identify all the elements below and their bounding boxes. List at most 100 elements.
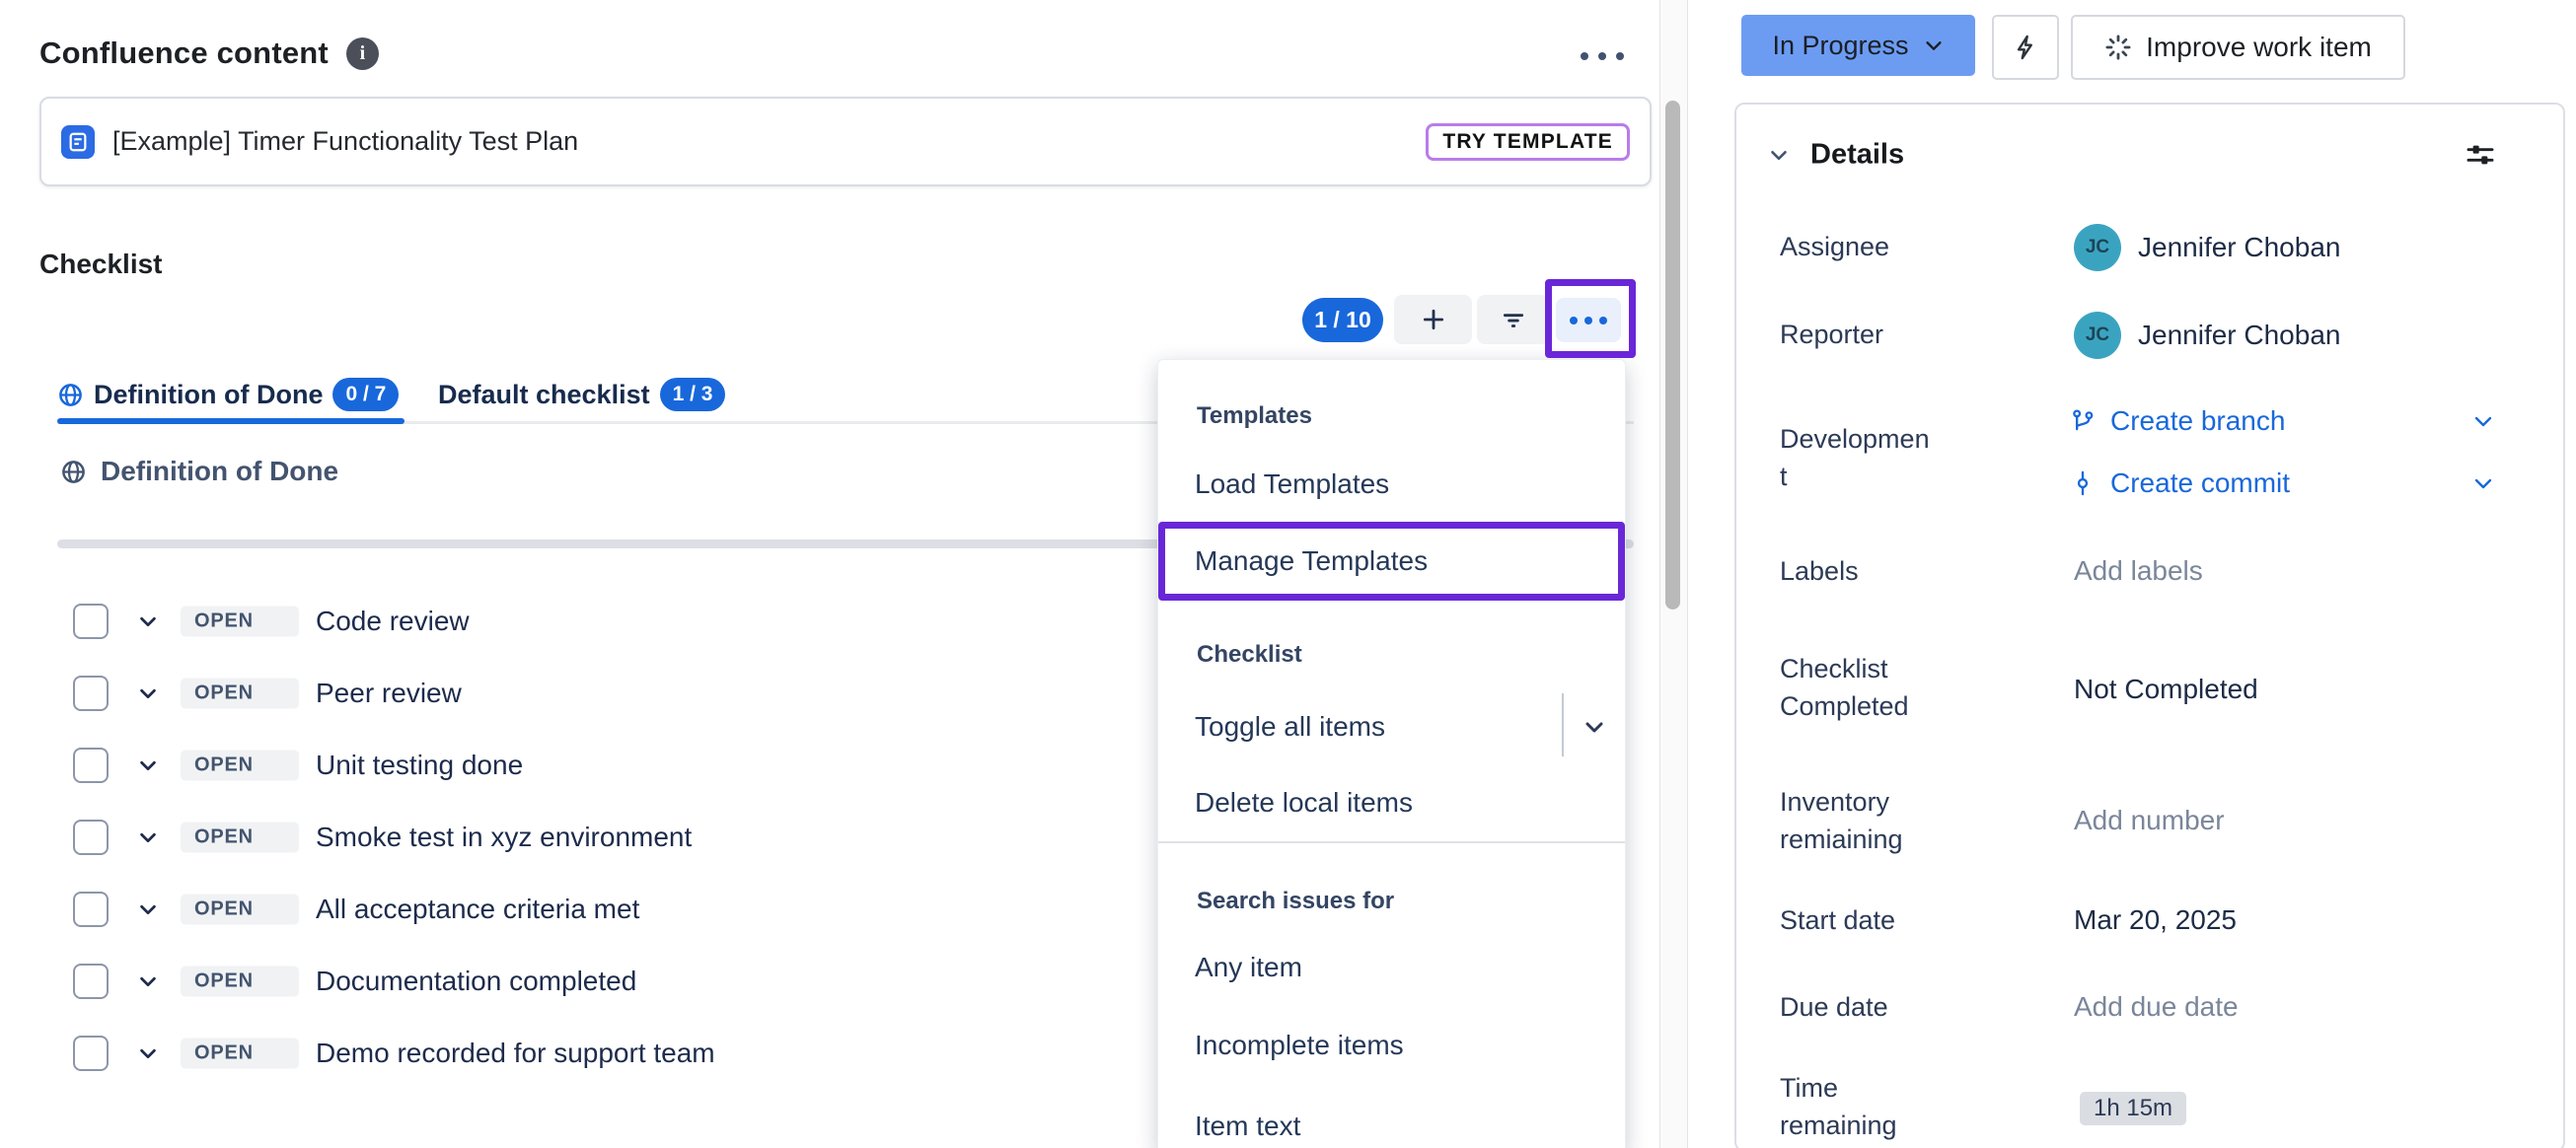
info-icon[interactable]: i [346, 37, 379, 70]
checklist-options-menu: Templates Load Templates Manage Template… [1157, 359, 1626, 1148]
create-commit-link[interactable]: Create commit [2069, 467, 2290, 499]
details-panel: Details Assignee JC Jennifer Choban Repo… [1734, 103, 2565, 1148]
field-label-due-date: Due date [1780, 988, 1933, 1026]
menu-item-incomplete-items[interactable]: Incomplete items [1195, 1030, 1404, 1061]
field-value-reporter[interactable]: Jennifer Choban [2138, 320, 2340, 351]
confluence-more-options-button[interactable] [1581, 52, 1624, 60]
confluence-page-icon [61, 125, 95, 159]
field-label-start-date: Start date [1780, 901, 1933, 939]
item-status-badge[interactable]: OPEN [181, 823, 299, 853]
field-label-labels: Labels [1780, 552, 1933, 590]
menu-item-delete-local-items[interactable]: Delete local items [1195, 787, 1413, 819]
add-item-button[interactable] [1394, 295, 1472, 344]
field-value-assignee[interactable]: Jennifer Choban [2138, 232, 2340, 263]
menu-section-templates: Templates [1197, 402, 1312, 430]
status-dropdown-button[interactable]: In Progress [1741, 15, 1975, 76]
field-value-due-date[interactable]: Add due date [2074, 991, 2239, 1023]
confluence-content-title: Confluence content [39, 36, 329, 71]
menu-item-load-templates[interactable]: Load Templates [1195, 468, 1389, 500]
item-status-badge[interactable]: OPEN [181, 1039, 299, 1069]
item-text[interactable]: Documentation completed [316, 966, 636, 997]
checklist-section-title: Checklist [39, 249, 163, 280]
confluence-page-link[interactable]: [Example] Timer Functionality Test Plan [112, 126, 578, 157]
item-checkbox[interactable] [73, 820, 109, 855]
create-branch-link[interactable]: Create branch [2069, 405, 2285, 437]
status-label: In Progress [1772, 31, 1908, 61]
avatar[interactable]: JC [2074, 224, 2121, 271]
confluence-page-card[interactable]: [Example] Timer Functionality Test Plan … [39, 97, 1652, 186]
scrollbar-thumb[interactable] [1665, 101, 1680, 610]
chevron-down-icon[interactable] [2471, 409, 2495, 433]
chevron-down-icon[interactable] [1582, 715, 1606, 739]
try-template-badge[interactable]: TRY TEMPLATE [1426, 123, 1630, 161]
checklist-row: OPEN Documentation completed [57, 956, 1142, 1007]
item-text[interactable]: Smoke test in xyz environment [316, 822, 692, 853]
field-value-inventory-remaining[interactable]: Add number [2074, 805, 2225, 836]
menu-item-any-item[interactable]: Any item [1195, 952, 1302, 983]
item-status-badge[interactable]: OPEN [181, 751, 299, 781]
item-text[interactable]: Demo recorded for support team [316, 1038, 715, 1069]
improve-work-item-button[interactable]: Improve work item [2071, 15, 2405, 80]
tab-label: Definition of Done [94, 380, 323, 410]
checklist-row: OPEN Code review [57, 596, 1142, 647]
checklist-row: OPEN All acceptance criteria met [57, 884, 1142, 935]
menu-item-item-text[interactable]: Item text [1195, 1111, 1300, 1142]
checklist-row: OPEN Unit testing done [57, 740, 1142, 791]
menu-split-divider [1562, 693, 1564, 756]
field-value-start-date[interactable]: Mar 20, 2025 [2074, 904, 2237, 936]
checklist-more-options-button[interactable] [1556, 298, 1621, 342]
plus-icon [1421, 307, 1446, 332]
chevron-down-icon[interactable] [137, 970, 159, 992]
vertical-scrollbar[interactable] [1659, 0, 1688, 1148]
chevron-down-icon[interactable] [137, 610, 159, 632]
chevron-down-icon[interactable] [137, 1042, 159, 1064]
item-status-badge[interactable]: OPEN [181, 607, 299, 637]
item-status-badge[interactable]: OPEN [181, 895, 299, 925]
checklist-group-header: Definition of Done [60, 456, 338, 487]
filter-button[interactable] [1477, 295, 1549, 344]
active-tab-underline [57, 418, 405, 424]
tab-count-badge: 1 / 3 [660, 378, 726, 411]
field-label-inventory-remaining: Inventory remiaining [1780, 783, 1933, 858]
item-checkbox[interactable] [73, 748, 109, 783]
item-checkbox[interactable] [73, 892, 109, 927]
chevron-down-icon[interactable] [2471, 471, 2495, 495]
confluence-section-header: Confluence content i [39, 36, 379, 71]
configure-fields-icon[interactable] [2465, 139, 2496, 171]
ellipsis-icon [1570, 317, 1607, 324]
checklist-counter-badge: 1 / 10 [1302, 298, 1383, 342]
avatar[interactable]: JC [2074, 312, 2121, 359]
tab-definition-of-done[interactable]: Definition of Done 0 / 7 [57, 369, 399, 420]
chevron-down-icon[interactable] [1766, 142, 1792, 168]
item-text[interactable]: Code review [316, 606, 470, 637]
item-status-badge[interactable]: OPEN [181, 967, 299, 997]
field-value-checklist-completed[interactable]: Not Completed [2074, 674, 2258, 705]
menu-item-manage-templates[interactable]: Manage Templates [1195, 545, 1428, 577]
chevron-down-icon[interactable] [137, 898, 159, 920]
chevron-down-icon[interactable] [137, 826, 159, 848]
item-checkbox[interactable] [73, 1036, 109, 1071]
tab-label: Default checklist [438, 380, 650, 410]
item-text[interactable]: All acceptance criteria met [316, 894, 639, 925]
tab-default-checklist[interactable]: Default checklist 1 / 3 [438, 369, 725, 420]
menu-item-toggle-all-items[interactable]: Toggle all items [1195, 711, 1385, 743]
item-checkbox[interactable] [73, 676, 109, 711]
globe-icon [57, 382, 84, 408]
item-checkbox[interactable] [73, 604, 109, 639]
chevron-down-icon [1923, 35, 1945, 56]
details-panel-title[interactable]: Details [1810, 139, 1904, 172]
checklist-row: OPEN Smoke test in xyz environment [57, 812, 1142, 863]
item-text[interactable]: Peer review [316, 678, 462, 709]
lightning-icon [2012, 33, 2039, 62]
field-value-time-remaining[interactable]: 1h 15m [2080, 1092, 2186, 1125]
automation-button[interactable] [1992, 15, 2059, 80]
chevron-down-icon[interactable] [137, 682, 159, 704]
item-text[interactable]: Unit testing done [316, 750, 523, 781]
item-status-badge[interactable]: OPEN [181, 679, 299, 709]
item-checkbox[interactable] [73, 964, 109, 999]
chevron-down-icon[interactable] [137, 754, 159, 776]
field-value-labels[interactable]: Add labels [2074, 555, 2203, 587]
menu-section-search-issues-for: Search issues for [1197, 888, 1394, 915]
field-label-checklist-completed: Checklist Completed [1780, 650, 1933, 725]
tab-count-badge: 0 / 7 [332, 378, 399, 411]
